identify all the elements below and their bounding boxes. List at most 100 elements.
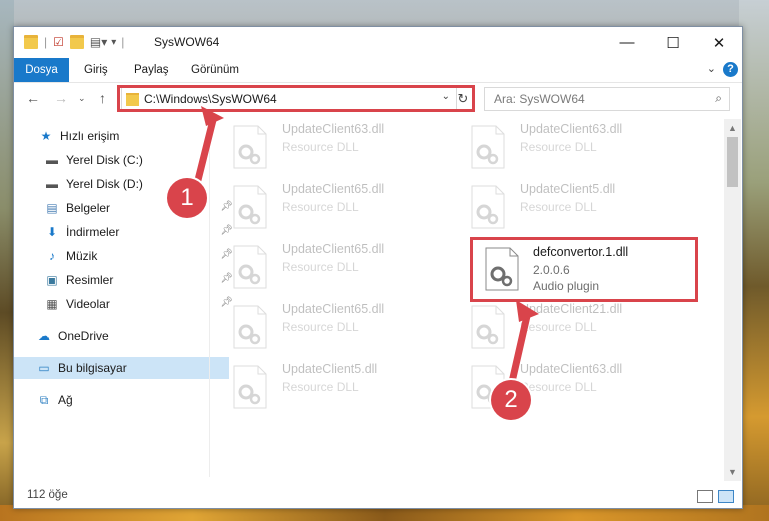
title-bar: | ☑ ▤▾ ▾ | SysWOW64 — ☐ ✕ (14, 27, 742, 58)
window-title: SysWOW64 (154, 35, 220, 49)
file-item[interactable]: UpdateClient21.dll Resource DLL (453, 299, 678, 355)
download-icon: ⬇ (46, 225, 58, 239)
file-name: UpdateClient63.dll (282, 122, 385, 136)
properties-icon[interactable]: ☑ (53, 35, 64, 49)
customize-toolbar-icon[interactable]: ▤▾ (90, 35, 107, 49)
ribbon: Dosya Giriş Paylaş Görünüm ⌄ ? (14, 58, 742, 83)
navigation-pane: ★ Hızlı erişim ▬ Yerel Disk (C:) ▬ Yerel… (14, 117, 233, 483)
file-type: Resource DLL (282, 200, 359, 214)
dll-file-icon (233, 185, 267, 229)
sidebar-item-quick-access[interactable]: ★ Hızlı erişim (14, 125, 231, 147)
file-item[interactable]: UpdateClient65.dll Resource DLL (215, 179, 440, 235)
dll-file-icon (471, 305, 505, 349)
network-icon: ⧉ (39, 392, 49, 407)
file-highlight-box (470, 237, 698, 302)
file-item[interactable]: UpdateClient63.dll Resource DLL (453, 119, 678, 175)
search-placeholder: Ara: SysWOW64 (494, 92, 585, 106)
forward-arrow-icon[interactable]: → (54, 90, 68, 106)
address-highlight-box (117, 85, 475, 112)
documents-icon: ▤ (46, 201, 58, 215)
expand-ribbon-icon[interactable]: ⌄ (707, 62, 716, 75)
sidebar-item-label: Müzik (66, 249, 98, 263)
status-bar: 112 öğe (14, 485, 742, 507)
step-badge-1: 1 (167, 178, 207, 218)
search-icon[interactable]: ⌕ (715, 91, 722, 106)
recent-locations-icon[interactable]: ⌄ (78, 93, 86, 104)
vertical-scrollbar[interactable]: ▲ ▼ (724, 119, 741, 481)
file-name: UpdateClient63.dll (520, 362, 623, 376)
file-item[interactable]: UpdateClient5.dll Resource DLL (215, 359, 440, 415)
sidebar-item-label: Yerel Disk (D:) (66, 177, 143, 191)
tab-gorunum[interactable]: Görünüm (191, 58, 239, 82)
up-arrow-icon[interactable]: ↑ (99, 90, 106, 106)
sidebar-item-muzik[interactable]: ♪ Müzik 📌︎ (14, 245, 237, 267)
pane-divider (209, 119, 210, 477)
file-type: Resource DLL (282, 140, 359, 154)
file-name: UpdateClient65.dll (282, 182, 385, 196)
sidebar-item-label: Ağ (58, 393, 73, 407)
sidebar-item-label: İndirmeler (66, 225, 120, 239)
onedrive-icon: ☁ (38, 329, 50, 343)
dll-file-icon (233, 305, 267, 349)
back-arrow-icon[interactable]: ← (26, 90, 40, 106)
sidebar-item-this-pc[interactable]: ▭ Bu bilgisayar (14, 357, 229, 379)
sidebar-item-label: Bu bilgisayar (58, 361, 127, 375)
desktop-wallpaper-left (0, 0, 14, 521)
quick-access-toolbar: | ☑ ▤▾ ▾ | (24, 33, 124, 51)
sidebar-item-videolar[interactable]: ▦ Videolar 📌︎ (14, 293, 237, 315)
sidebar-item-resimler[interactable]: ▣ Resimler 📌︎ (14, 269, 237, 291)
sidebar-item-label: OneDrive (58, 329, 109, 343)
sidebar-item-label: Belgeler (66, 201, 111, 215)
help-icon[interactable]: ? (723, 62, 738, 77)
file-item[interactable]: UpdateClient5.dll Resource DLL (453, 179, 678, 235)
file-type: Resource DLL (282, 260, 359, 274)
file-name: UpdateClient5.dll (282, 362, 378, 376)
computer-icon: ▭ (38, 361, 50, 375)
sidebar-item-label: Hızlı erişim (60, 129, 120, 143)
drive-icon: ▬ (46, 153, 58, 167)
scroll-up-icon[interactable]: ▲ (728, 123, 737, 133)
file-type: Resource DLL (520, 140, 597, 154)
file-name: UpdateClient63.dll (520, 122, 623, 136)
explorer-window: | ☑ ▤▾ ▾ | SysWOW64 — ☐ ✕ Dosya Giriş Pa… (13, 26, 743, 509)
sidebar-item-disk-c[interactable]: ▬ Yerel Disk (C:) (14, 149, 237, 171)
folder-icon (24, 35, 38, 49)
desktop-wallpaper-right (739, 0, 769, 521)
file-type: Resource DLL (520, 380, 597, 394)
separator: | (44, 35, 48, 49)
step-badge-2: 2 (491, 380, 531, 420)
file-item[interactable]: UpdateClient65.dll Resource DLL (215, 299, 440, 355)
file-item[interactable]: UpdateClient65.dll Resource DLL (215, 239, 440, 295)
dll-file-icon (471, 125, 505, 169)
new-folder-icon[interactable] (69, 35, 84, 49)
scrollbar-thumb[interactable] (727, 137, 738, 187)
file-name: UpdateClient65.dll (282, 242, 385, 256)
sidebar-item-label: Yerel Disk (C:) (66, 153, 143, 167)
close-button[interactable]: ✕ (696, 27, 742, 58)
file-item[interactable]: UpdateClient63.dll Resource DLL (215, 119, 440, 175)
qa-dropdown-icon[interactable]: ▾ (111, 37, 116, 48)
sidebar-item-label: Videolar (66, 297, 110, 311)
navigation-bar: ← → ⌄ ↑ C:\Windows\SysWOW64 ⌄ ↻ Ara: Sys… (14, 83, 742, 115)
file-type: Resource DLL (282, 320, 359, 334)
sidebar-item-onedrive[interactable]: ☁ OneDrive (14, 325, 229, 347)
tab-dosya[interactable]: Dosya (14, 58, 69, 82)
details-view-icon[interactable] (697, 490, 713, 503)
file-type: Resource DLL (282, 380, 359, 394)
music-icon: ♪ (49, 249, 55, 263)
dll-file-icon (233, 365, 267, 409)
scroll-down-icon[interactable]: ▼ (728, 467, 737, 477)
tab-giris[interactable]: Giriş (84, 58, 108, 82)
minimize-button[interactable]: — (604, 27, 650, 58)
file-item[interactable]: UpdateClient63.dll Resource DLL (453, 359, 678, 415)
sidebar-item-indirmeler[interactable]: ⬇ İndirmeler 📌︎ (14, 221, 237, 243)
file-name: UpdateClient5.dll (520, 182, 616, 196)
large-icons-view-icon[interactable] (718, 490, 734, 503)
tab-paylas[interactable]: Paylaş (134, 58, 169, 82)
drive-icon: ▬ (46, 177, 58, 191)
file-type: Resource DLL (520, 320, 597, 334)
search-input[interactable]: Ara: SysWOW64 ⌕ (484, 87, 730, 111)
maximize-button[interactable]: ☐ (650, 27, 696, 58)
sidebar-item-network[interactable]: ⧉ Ağ (14, 389, 229, 411)
separator: | (121, 35, 125, 49)
